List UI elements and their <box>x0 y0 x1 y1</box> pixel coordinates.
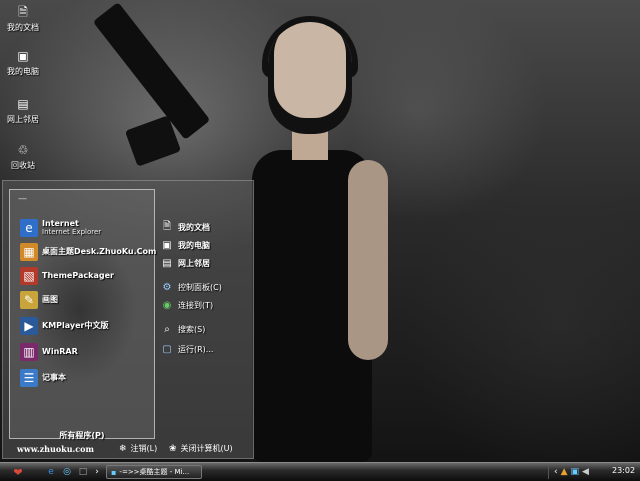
start-menu-footer: www.zhuoku.com ❄ 注销(L) ❀ 关闭计算机(U) <box>17 443 253 455</box>
search-icon: ⌕ <box>164 323 170 335</box>
shutdown-label: 关闭计算机(U) <box>180 444 233 453</box>
program-internet-explorer[interactable]: e Internet Internet Explorer <box>20 218 101 238</box>
computer-icon: ▣ <box>162 239 172 251</box>
recycle-bin-icon: ♲ <box>17 143 29 157</box>
network-status-icon[interactable]: ▣ <box>571 467 580 477</box>
globe-icon: ◎ <box>63 467 71 477</box>
place-my-computer[interactable]: ▣ 我的电脑 <box>161 237 253 253</box>
notepad-icon: ☰ <box>20 369 38 387</box>
desktop-icon-label: 我的电脑 <box>7 67 39 76</box>
wallpaper-figure-arm <box>348 160 388 360</box>
program-label: ThemePackager <box>42 271 114 280</box>
desktop-icon-label: 我的文档 <box>7 23 39 32</box>
program-label: 桌面主题Desk.ZhuoKu.Com <box>42 247 157 256</box>
kmplayer-icon: ▶ <box>20 317 38 335</box>
paint-icon: ✎ <box>20 291 38 309</box>
program-themepackager[interactable]: ▧ ThemePackager <box>20 266 114 286</box>
computer-icon: ▣ <box>17 49 29 63</box>
desktop-icon-label: 回收站 <box>11 161 35 170</box>
place-control-panel[interactable]: ⚙ 控制面板(C) <box>161 279 253 295</box>
start-button[interactable]: ❤ <box>4 465 32 479</box>
place-run[interactable]: ▢ 运行(R)... <box>161 341 253 357</box>
pinned-programs-pane: — e Internet Internet Explorer ▦ 桌面主题Desk… <box>9 189 156 441</box>
place-label: 我的电脑 <box>178 240 210 250</box>
chevron-right-icon: › <box>95 467 99 477</box>
quicklaunch-internet-explorer[interactable]: e <box>44 465 58 479</box>
quicklaunch-show-desktop[interactable]: □ <box>76 465 90 479</box>
all-programs-button[interactable]: 所有程序(P) <box>10 430 154 441</box>
run-icon: ▢ <box>162 343 172 355</box>
network-icon: ▤ <box>17 97 29 111</box>
site-url: www.zhuoku.com <box>17 444 94 454</box>
pane-separator: — <box>18 194 27 204</box>
program-sublabel: Internet Explorer <box>42 228 102 236</box>
task-title: -=>>桌酷主题 - Mi... <box>119 468 190 476</box>
control-panel-icon: ⚙ <box>162 281 172 293</box>
program-zhuoku-theme[interactable]: ▦ 桌面主题Desk.ZhuoKu.Com <box>20 242 156 262</box>
wallpaper-rifle <box>92 2 211 140</box>
tray-app-icon[interactable]: ▲ <box>561 467 568 477</box>
volume-icon[interactable]: ◀ <box>582 467 589 477</box>
connect-icon: ◉ <box>162 299 172 311</box>
internet-explorer-icon: e <box>48 467 54 477</box>
place-connect-to[interactable]: ◉ 连接到(T) <box>161 297 253 313</box>
documents-icon: 🗎 <box>162 220 172 232</box>
program-label: 画图 <box>42 295 58 304</box>
place-label: 连接到(T) <box>178 300 214 310</box>
program-notepad[interactable]: ☰ 记事本 <box>20 368 66 388</box>
program-label: 记事本 <box>42 373 66 382</box>
desktop-icon-my-computer[interactable]: ▣ 我的电脑 <box>0 48 46 77</box>
place-label: 控制面板(C) <box>178 282 222 292</box>
desktop-icon: □ <box>78 467 88 477</box>
program-kmplayer[interactable]: ▶ KMPlayer中文版 <box>20 316 109 336</box>
logoff-label: 注销(L) <box>130 444 158 453</box>
wallpaper-figure-neck <box>292 130 328 160</box>
place-label: 搜索(S) <box>178 324 206 334</box>
shutdown-button[interactable]: ❀ 关闭计算机(U) <box>169 443 233 454</box>
taskbar: ❤ e ◎ □ › ▪ -=>>桌酷主题 - Mi... ‹ ▲ ▣ ◀ 23:… <box>0 462 640 481</box>
program-winrar[interactable]: ▥ WinRAR <box>20 342 78 362</box>
place-label: 运行(R)... <box>178 344 214 354</box>
desktop-icon-my-documents[interactable]: 🗎 我的文档 <box>0 4 46 33</box>
program-label: Internet <box>42 219 79 228</box>
task-button-zhuoku[interactable]: ▪ -=>>桌酷主题 - Mi... <box>106 465 202 479</box>
packager-icon: ▧ <box>20 267 38 285</box>
shutdown-icon: ❀ <box>169 443 177 454</box>
desktop-icon-network[interactable]: ▤ 网上邻居 <box>0 96 46 125</box>
desktop-icon-label: 网上邻居 <box>7 115 39 124</box>
quicklaunch-browser[interactable]: ◎ <box>60 465 74 479</box>
internet-explorer-icon: e <box>20 219 38 237</box>
place-label: 网上邻居 <box>178 258 210 268</box>
logoff-button[interactable]: ❄ 注销(L) <box>119 443 157 454</box>
program-paint[interactable]: ✎ 画图 <box>20 290 58 310</box>
wallpaper-figure-head <box>268 22 352 134</box>
place-label: 我的文档 <box>178 222 210 232</box>
start-menu: — e Internet Internet Explorer ▦ 桌面主题Desk… <box>2 180 254 459</box>
documents-icon: 🗎 <box>18 5 28 19</box>
heart-icon: ❤ <box>13 465 23 479</box>
chevron-left-icon[interactable]: ‹ <box>554 467 558 477</box>
clock[interactable]: 23:02 <box>612 466 635 475</box>
desktop-icon-recycle-bin[interactable]: ♲ 回收站 <box>0 142 46 171</box>
logoff-icon: ❄ <box>119 443 127 454</box>
program-label: WinRAR <box>42 347 78 356</box>
quicklaunch-expand[interactable]: › <box>90 465 104 479</box>
program-label: KMPlayer中文版 <box>42 321 109 330</box>
winrar-icon: ▥ <box>20 343 38 361</box>
network-icon: ▤ <box>162 257 172 269</box>
theme-icon: ▦ <box>20 243 38 261</box>
place-network[interactable]: ▤ 网上邻居 <box>161 255 253 271</box>
window-icon: ▪ <box>111 467 117 477</box>
place-search[interactable]: ⌕ 搜索(S) <box>161 321 253 337</box>
place-my-documents[interactable]: 🗎 我的文档 <box>161 219 253 235</box>
